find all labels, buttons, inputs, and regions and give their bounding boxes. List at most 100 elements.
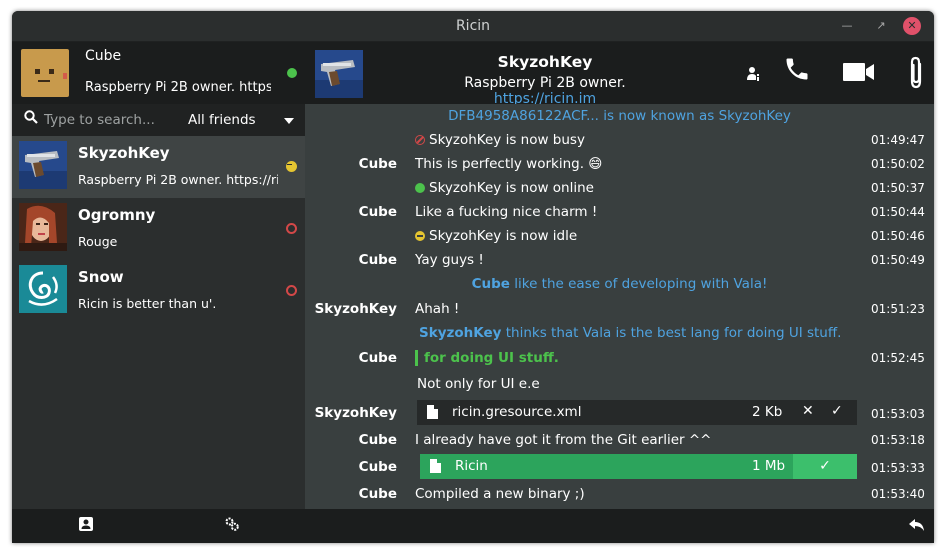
presence-status-icon[interactable] (287, 68, 297, 78)
titlebar: Ricin — ↗ ✕ (12, 11, 934, 42)
file-transfer: ricin.gresource.xml 2 Kb ✕ ✓ (417, 400, 857, 425)
phone-icon[interactable] (783, 55, 811, 83)
message-text: SkyzohKey is now busy (429, 132, 585, 148)
message-time: 01:53:03 (871, 407, 925, 421)
status-change-message: SkyzohKey is now online (415, 180, 594, 196)
message-row: SkyzohKey Ahah ! 01:51:23 (305, 297, 934, 321)
avatar[interactable] (21, 49, 69, 97)
gear-icon[interactable] (225, 517, 239, 531)
status-change-message: SkyzohKey is now idle (415, 228, 577, 244)
app-window: Ricin — ↗ ✕ Cube Raspberry Pi 2B owner. … (12, 11, 934, 543)
message-time: 01:53:18 (871, 433, 925, 447)
chat-header: SkyzohKey Raspberry Pi 2B owner. https:/… (305, 42, 934, 107)
contact-info-icon[interactable] (746, 66, 762, 82)
file-transfer-completed: Ricin 1 Mb ✓ (420, 454, 857, 479)
message-time: 01:50:46 (871, 229, 925, 243)
check-icon: ✓ (793, 454, 857, 479)
action-actor: Cube (471, 276, 510, 292)
search-input[interactable]: Type to search... (44, 112, 155, 128)
file-transfer-row: Cube Ricin 1 Mb ✓ 01:53:33 (305, 454, 934, 480)
avatar (19, 265, 67, 313)
profile-panel: Cube Raspberry Pi 2B owner. https://rici… (12, 42, 305, 104)
video-call-icon[interactable] (843, 61, 875, 83)
contact-status: Raspberry Pi 2B owner. https://ricin.im (415, 75, 675, 107)
message-time: 01:49:47 (871, 133, 925, 147)
message-author[interactable]: SkyzohKey (315, 301, 397, 317)
friend-item-ogromny[interactable]: Ogromny Rouge (12, 198, 305, 260)
message-time: 01:50:49 (871, 253, 925, 267)
message-row: Cube Yay guys ! 01:50:49 (305, 248, 934, 272)
busy-status-icon (286, 223, 297, 234)
quote-text: for doing UI stuff. (415, 350, 559, 366)
friend-item-skyzohkey[interactable]: SkyzohKey Raspberry Pi 2B owner. https:/… (12, 136, 305, 198)
message-row: Cube Compiled a new binary ;) 01:53:40 (305, 482, 934, 506)
message-time: 01:50:37 (871, 181, 925, 195)
message-author[interactable]: Cube (359, 204, 397, 220)
contact-avatar[interactable] (315, 50, 363, 98)
chevron-down-icon[interactable] (284, 118, 294, 124)
message-row: SkyzohKey is now online 01:50:37 (305, 176, 934, 200)
add-contact-icon[interactable] (79, 517, 93, 531)
file-size: 2 Kb (752, 404, 783, 420)
reject-file-button[interactable]: ✕ (802, 403, 814, 419)
message-text: Yay guys ! (415, 252, 484, 268)
message-list: DFB4958A86122ACF... is now known as Skyz… (305, 104, 934, 509)
action-text: thinks that Vala is the best lang for do… (501, 325, 842, 341)
friend-name: SkyzohKey (78, 144, 170, 162)
message-row: Cube I already have got it from the Git … (305, 428, 934, 452)
reply-icon[interactable] (909, 519, 925, 531)
accept-file-button[interactable]: ✓ (831, 403, 843, 419)
message-author[interactable]: Cube (359, 156, 397, 172)
message-author[interactable]: Cube (359, 350, 397, 366)
file-icon (427, 405, 438, 419)
action-text: like the ease of developing with Vala! (509, 276, 768, 292)
file-size: 1 Mb (752, 458, 786, 474)
message-row: SkyzohKey is now busy 01:49:47 (305, 128, 934, 152)
close-button[interactable]: ✕ (903, 17, 921, 35)
quoted-text: for doing UI stuff. (415, 350, 559, 366)
message-author[interactable]: Cube (359, 432, 397, 448)
contact-status-text: Raspberry Pi 2B owner. (464, 75, 626, 91)
friend-status: Ricin is better than u'. (78, 296, 217, 311)
status-change-message: SkyzohKey is now busy (415, 132, 585, 148)
busy-status-icon (286, 285, 297, 296)
message-text: SkyzohKey is now online (429, 180, 594, 196)
attach-file-icon[interactable] (905, 56, 927, 90)
friends-filter-select[interactable]: All friends (188, 112, 256, 128)
action-actor: SkyzohKey (419, 325, 502, 341)
action-message: Cube like the ease of developing with Va… (305, 276, 934, 292)
profile-name[interactable]: Cube (85, 48, 121, 64)
message-text: Not only for UI e.e (417, 376, 540, 392)
search-icon (24, 110, 38, 124)
message-text: Like a fucking nice charm ! (415, 204, 598, 220)
contact-name: SkyzohKey (497, 53, 593, 71)
maximize-button[interactable]: ↗ (872, 17, 890, 35)
minimize-button[interactable]: — (838, 17, 856, 35)
idle-status-icon (286, 161, 297, 172)
message-author[interactable]: Cube (359, 459, 397, 475)
message-author[interactable]: Cube (359, 252, 397, 268)
sidebar: Cube Raspberry Pi 2B owner. https://rici… (12, 42, 305, 509)
message-author[interactable]: SkyzohKey (315, 405, 397, 421)
friend-item-snow[interactable]: Snow Ricin is better than u'. (12, 260, 305, 322)
message-text: This is perfectly working. 😄 (415, 156, 603, 172)
message-time: 01:53:33 (871, 461, 925, 475)
friend-name: Snow (78, 268, 124, 286)
file-name[interactable]: Ricin (455, 458, 488, 474)
message-text: SkyzohKey is now idle (429, 228, 578, 244)
message-time: 01:50:02 (871, 157, 925, 171)
message-text: Compiled a new binary ;) (415, 486, 585, 502)
message-author[interactable]: Cube (359, 486, 397, 502)
window-title: Ricin (455, 18, 491, 34)
message-time: 01:51:23 (871, 302, 925, 316)
message-time: 01:52:45 (871, 351, 925, 365)
file-name: ricin.gresource.xml (452, 404, 582, 420)
friend-status: Rouge (78, 234, 118, 249)
action-message: SkyzohKey thinks that Vala is the best l… (419, 325, 841, 341)
profile-status[interactable]: Raspberry Pi 2B owner. https://ricin.im (85, 80, 271, 95)
idle-status-icon (415, 231, 425, 241)
message-text: Ahah ! (415, 301, 460, 317)
message-time: 01:53:40 (871, 487, 925, 501)
message-row: SkyzohKey is now idle 01:50:46 (305, 224, 934, 248)
online-status-icon (415, 183, 425, 193)
